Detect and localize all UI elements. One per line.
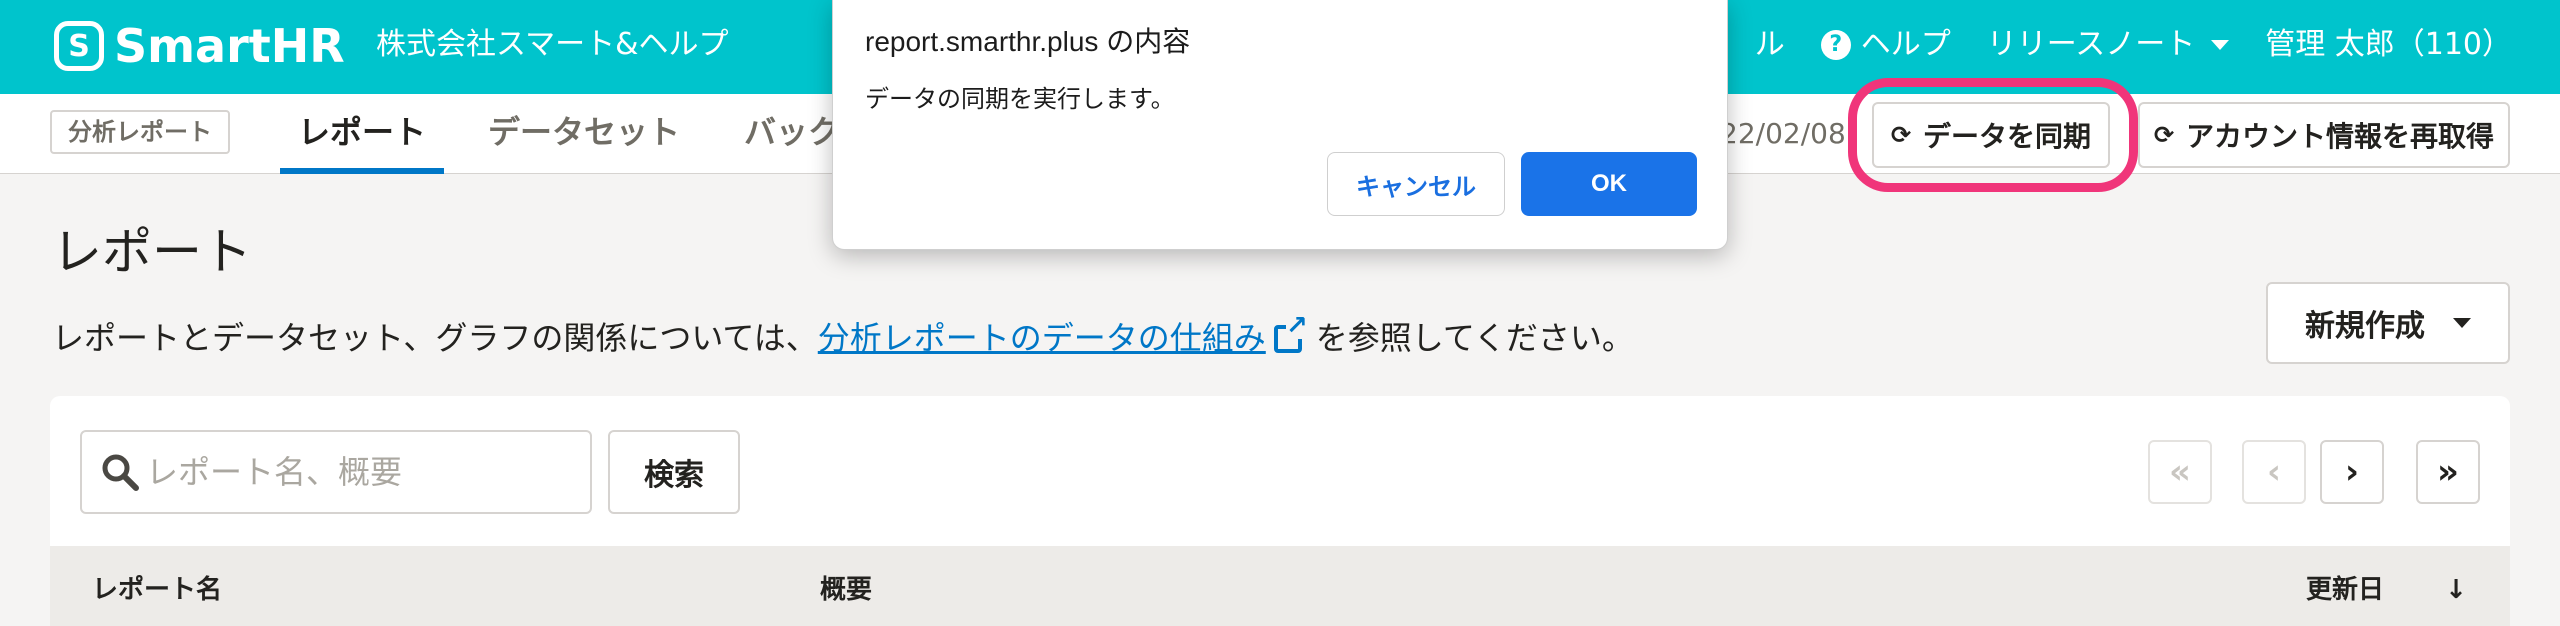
help-icon: ?: [1820, 30, 1851, 60]
page-title: レポート: [52, 223, 252, 281]
help-label: ヘルプ: [1860, 27, 1951, 62]
description-tail: を参照してください。: [1315, 319, 1634, 357]
help-link[interactable]: ? ヘルプ: [1820, 24, 1951, 66]
header-menu: ル ? ヘルプ リリースノート 管理 太郎（110）: [1719, 24, 2512, 66]
refresh-icon: ⟳: [2153, 121, 2175, 149]
search-button[interactable]: 検索: [608, 430, 740, 514]
external-link-icon: [1273, 313, 1308, 353]
column-header-updated[interactable]: 更新日 ↓: [2306, 570, 2467, 610]
new-report-label: 新規作成: [2305, 309, 2425, 344]
dialog-message: データの同期を実行します。: [865, 86, 1175, 113]
last-sync-date: 22/02/08: [1720, 117, 1846, 150]
column-header-summary[interactable]: 概要: [820, 570, 872, 610]
release-notes-dropdown[interactable]: リリースノート: [1987, 24, 2230, 66]
logo-text: SmartHR: [114, 19, 345, 73]
highlight-annotation: [1848, 78, 2138, 192]
data-structure-link[interactable]: 分析レポートのデータの仕組み: [817, 313, 1308, 357]
last-page-button[interactable]: »: [2416, 440, 2480, 504]
tab-dataset[interactable]: データセット: [470, 108, 698, 174]
search-icon: [102, 454, 139, 491]
page-description: レポートとデータセット、グラフの関係については、分析レポートのデータの仕組み を参…: [52, 313, 1634, 360]
report-list-card: 検索 « ‹ › » レポート名 概要 更新日 ↓: [50, 396, 2510, 626]
search-input[interactable]: [146, 432, 576, 512]
company-name: 株式会社スマート&ヘルプ: [376, 27, 729, 62]
column-header-report-name[interactable]: レポート名: [92, 570, 222, 610]
tab-report[interactable]: レポート: [280, 108, 445, 174]
logo-mark-icon: S: [54, 21, 104, 71]
description-text: レポートとデータセット、グラフの関係については、: [52, 319, 818, 357]
new-report-button[interactable]: 新規作成: [2266, 282, 2510, 364]
next-page-button[interactable]: ›: [2320, 440, 2384, 504]
table-header: レポート名 概要 更新日 ↓: [50, 546, 2510, 626]
header-menu-item-partial[interactable]: ル: [1755, 24, 1785, 66]
column-header-updated-label: 更新日: [2306, 575, 2385, 605]
prev-page-button[interactable]: ‹: [2242, 440, 2306, 504]
smarthr-logo[interactable]: S SmartHR: [54, 19, 345, 73]
sort-arrow-icon: ↓: [2445, 575, 2467, 605]
first-page-button[interactable]: «: [2148, 440, 2212, 504]
release-notes-label: リリースノート: [1986, 27, 2196, 62]
search-field[interactable]: [80, 430, 592, 514]
user-menu[interactable]: 管理 太郎（110）: [2265, 24, 2512, 66]
cancel-button[interactable]: キャンセル: [1327, 152, 1505, 216]
data-structure-link-label: 分析レポートのデータの仕組み: [817, 319, 1266, 357]
refetch-account-button[interactable]: ⟳ アカウント情報を再取得: [2138, 102, 2510, 168]
app-badge: 分析レポート: [50, 110, 230, 154]
chevron-down-icon: [2453, 318, 2471, 328]
confirm-dialog: report.smarthr.plus の内容 データの同期を実行します。 キャ…: [832, 0, 1728, 250]
refetch-account-label: アカウント情報を再取得: [2186, 120, 2495, 153]
chevron-down-icon: [2211, 40, 2230, 50]
dialog-title: report.smarthr.plus の内容: [865, 26, 1191, 57]
ok-button[interactable]: OK: [1521, 152, 1697, 216]
